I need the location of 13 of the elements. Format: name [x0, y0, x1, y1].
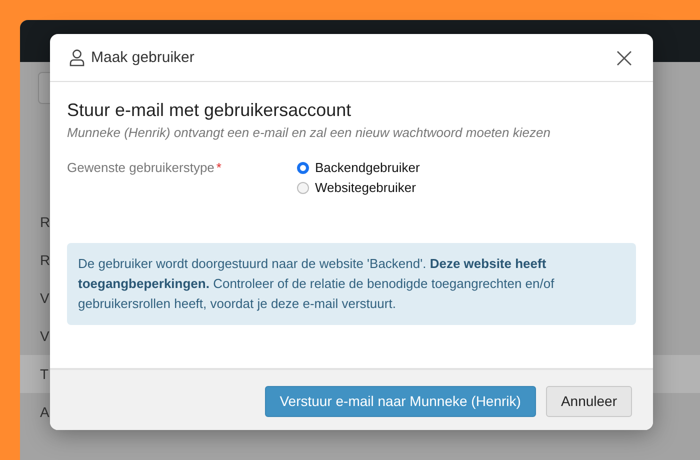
dialog-subtitle: Munneke (Henrik) ontvangt een e-mail en zal een nieuw wachtwoord moeten kiezen: [67, 125, 552, 140]
dialog-title: Maak gebruiker: [91, 49, 196, 66]
radio-button[interactable]: [297, 162, 309, 174]
required-mark: *: [216, 160, 222, 175]
cancel-button[interactable]: Annuleer: [546, 386, 632, 416]
close-button[interactable]: ×: [612, 44, 636, 72]
dialog-heading: Stuur e-mail met gebruikersaccount: [67, 100, 352, 121]
field-label: Gewenste gebruikerstype: [67, 160, 214, 175]
user-icon: [69, 48, 85, 66]
info-alert: De gebruiker wordt doorgestuurd naar de website 'Backend'. Deze website heeft toegangbeperkingen. Controleer of de relatie de benodigde toegangrechten en/of gebruikersrollen heeft, voordat je deze e-mail verstuurt.: [67, 243, 636, 325]
radio-button[interactable]: [297, 182, 309, 194]
radio-label[interactable]: Websitegebruiker: [315, 180, 416, 195]
radio-label[interactable]: Backendgebruiker: [315, 160, 420, 175]
